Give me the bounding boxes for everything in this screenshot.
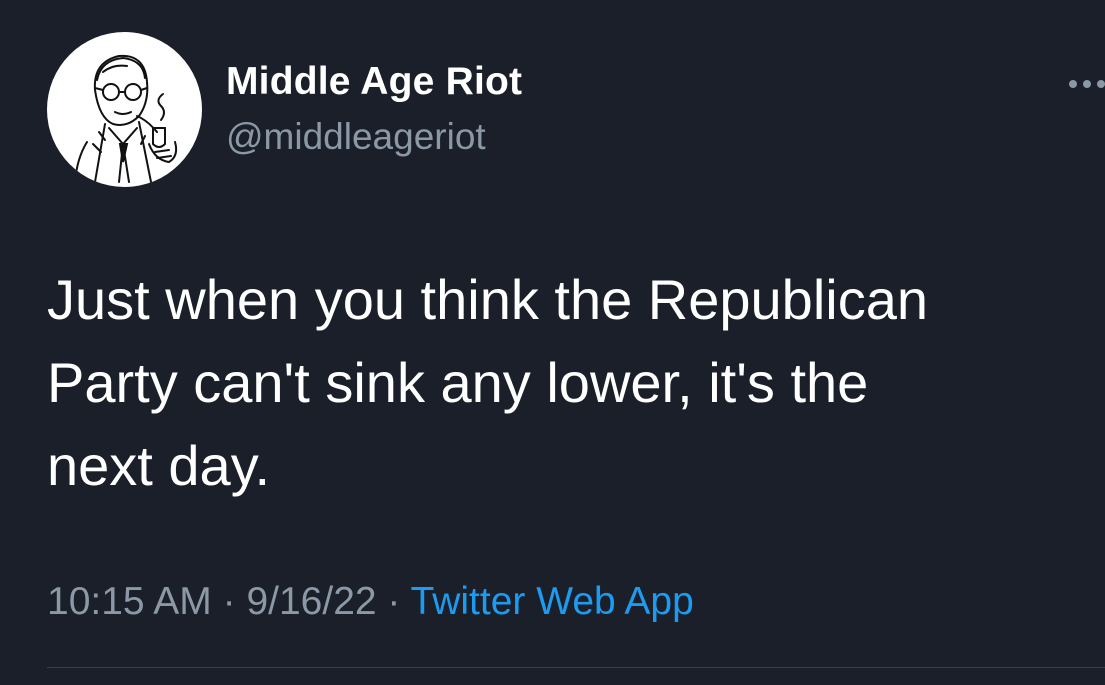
more-dot: [1097, 80, 1105, 88]
more-dot: [1083, 80, 1091, 88]
divider: [47, 667, 1105, 668]
man-with-pipe-illustration: [74, 54, 178, 183]
tweet-meta: 10:15 AM · 9/16/22 · Twitter Web App: [47, 580, 694, 624]
more-dots-icon[interactable]: [1065, 70, 1105, 100]
tweet-time[interactable]: 10:15 AM: [47, 580, 212, 623]
tweet-text: Just when you think the Republican Party…: [47, 268, 928, 497]
more-dot: [1069, 80, 1077, 88]
handle[interactable]: @middleageriot: [226, 116, 486, 158]
tweet-card: Middle Age Riot @middleageriot Just when…: [0, 0, 1105, 685]
tweet-source-link[interactable]: Twitter Web App: [411, 580, 694, 623]
meta-separator: ·: [211, 580, 247, 623]
tweet-date[interactable]: 9/16/22: [246, 580, 376, 623]
avatar[interactable]: [47, 32, 202, 187]
meta-separator: ·: [376, 580, 411, 623]
display-name[interactable]: Middle Age Riot: [226, 60, 522, 104]
